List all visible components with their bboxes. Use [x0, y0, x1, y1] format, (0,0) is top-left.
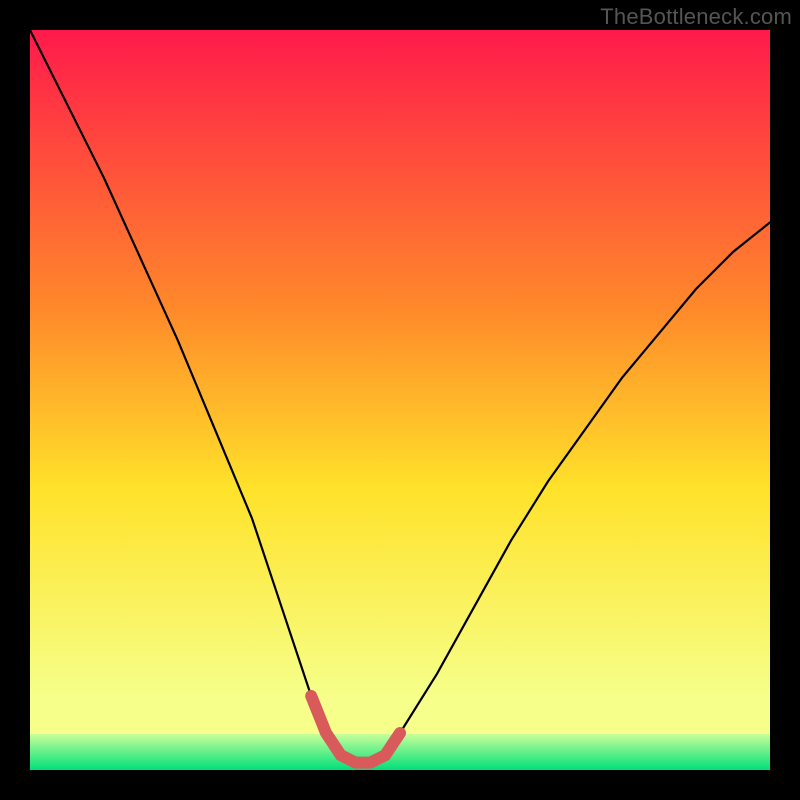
- plot-area: [30, 30, 770, 770]
- curve-highlight: [311, 696, 400, 763]
- chart-frame: TheBottleneck.com: [0, 0, 800, 800]
- curve-layer: [30, 30, 770, 770]
- watermark-text: TheBottleneck.com: [600, 4, 792, 30]
- bottleneck-curve: [30, 30, 770, 763]
